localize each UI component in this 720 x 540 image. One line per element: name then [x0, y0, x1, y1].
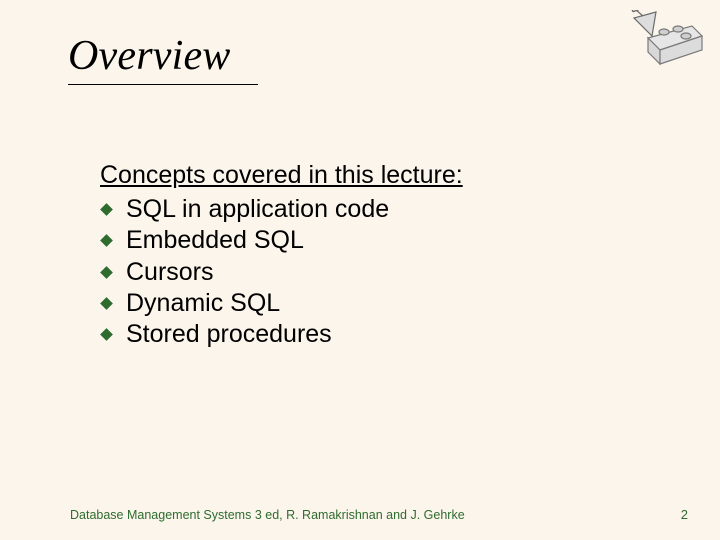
bullet-icon — [100, 328, 113, 341]
footer-text: Database Management Systems 3 ed, R. Ram… — [70, 508, 465, 522]
list-item: SQL in application code — [100, 194, 640, 225]
list-item: Cursors — [100, 257, 640, 288]
slide-body: Concepts covered in this lecture: SQL in… — [100, 160, 640, 350]
title-underline — [68, 84, 258, 85]
trowel-brick-icon — [626, 10, 706, 78]
bullet-list: SQL in application code Embedded SQL Cur… — [100, 194, 640, 350]
bullet-icon — [100, 266, 113, 279]
list-item: Stored procedures — [100, 319, 640, 350]
list-item-label: Embedded SQL — [126, 226, 304, 254]
list-item-label: Cursors — [126, 258, 214, 286]
bullet-icon — [100, 297, 113, 310]
slide: Overview Concepts covered in this lectur… — [0, 0, 720, 540]
list-item: Dynamic SQL — [100, 288, 640, 319]
list-item: Embedded SQL — [100, 225, 640, 256]
lead-text: Concepts covered in this lecture: — [100, 160, 640, 190]
slide-title: Overview — [68, 32, 231, 80]
bullet-icon — [100, 234, 113, 247]
list-item-label: SQL in application code — [126, 195, 389, 223]
page-number: 2 — [681, 507, 688, 522]
list-item-label: Stored procedures — [126, 320, 332, 348]
bullet-icon — [100, 203, 113, 216]
list-item-label: Dynamic SQL — [126, 289, 280, 317]
